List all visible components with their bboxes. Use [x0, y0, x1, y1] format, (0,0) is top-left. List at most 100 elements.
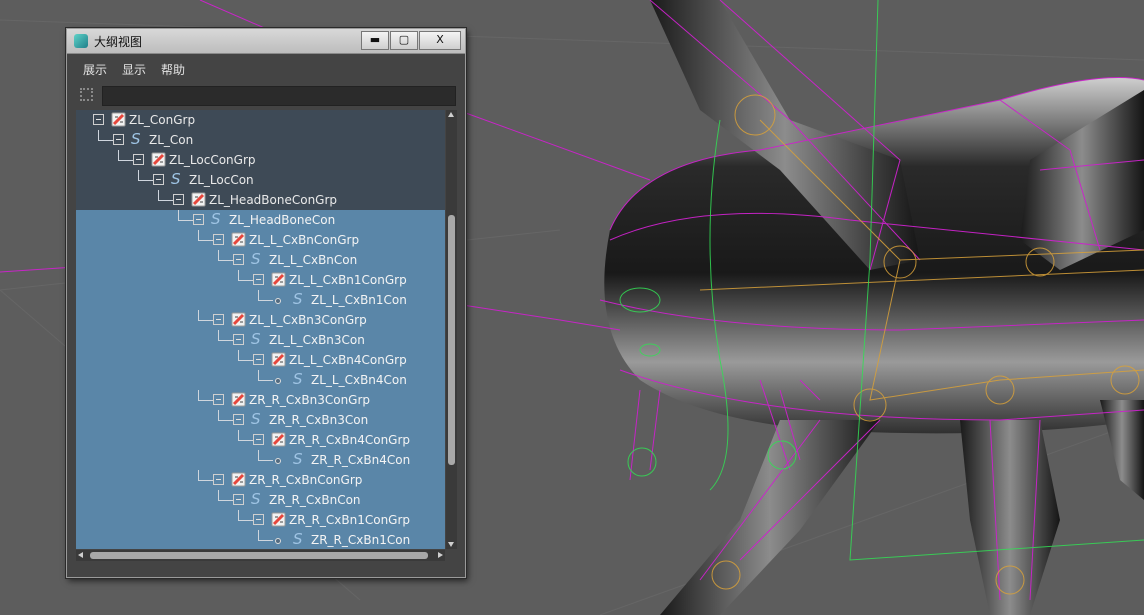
- tree-row[interactable]: S ZL_HeadBoneCon: [76, 210, 445, 230]
- group-node-icon: [231, 472, 246, 487]
- tree-node-label: ZL_ConGrp: [129, 113, 196, 127]
- tree-node-label: ZL_L_CxBn3ConGrp: [249, 313, 367, 327]
- collapse-icon[interactable]: [233, 494, 244, 505]
- tree-connector: [198, 480, 213, 481]
- tree-node-label: ZL_LocConGrp: [169, 153, 256, 167]
- scroll-left-arrow-icon[interactable]: [78, 552, 83, 558]
- scroll-down-arrow-icon[interactable]: [448, 542, 454, 547]
- horizontal-scroll-thumb[interactable]: [90, 552, 428, 559]
- tree-row[interactable]: ZL_LocConGrp: [76, 150, 445, 170]
- menu-help[interactable]: 帮助: [161, 61, 185, 78]
- tree-connector: [238, 440, 253, 441]
- tree-connector: [198, 310, 199, 320]
- tree-node-label: ZL_L_CxBnCon: [269, 253, 358, 267]
- tree-row[interactable]: ZL_L_CxBnConGrp: [76, 230, 445, 250]
- vertical-scrollbar[interactable]: [446, 110, 457, 549]
- tree-node-label: ZR_R_CxBnCon: [269, 493, 361, 507]
- tree-node-label: ZL_HeadBoneCon: [229, 213, 336, 227]
- tree-row[interactable]: S ZL_L_CxBn1Con: [76, 290, 445, 310]
- collapse-icon[interactable]: [213, 314, 224, 325]
- tree-connector: [118, 160, 133, 161]
- menu-display[interactable]: 展示: [83, 61, 107, 78]
- menu-show[interactable]: 显示: [122, 61, 146, 78]
- filter-icon[interactable]: [80, 88, 93, 101]
- tree-row[interactable]: ZR_R_CxBn1ConGrp: [76, 510, 445, 530]
- collapse-icon[interactable]: [193, 214, 204, 225]
- scroll-up-arrow-icon[interactable]: [448, 112, 454, 117]
- collapse-icon[interactable]: [133, 154, 144, 165]
- tree-connector: [198, 470, 199, 480]
- group-node-icon: [231, 232, 246, 247]
- collapse-icon[interactable]: [253, 274, 264, 285]
- title-bar[interactable]: 大纲视图 ▬ ▢ X: [67, 29, 465, 54]
- tree-node-label: ZL_L_CxBn4ConGrp: [289, 353, 407, 367]
- collapse-icon[interactable]: [253, 354, 264, 365]
- outliner-tree[interactable]: ZL_ConGrp S ZL_Con ZL_LocConGrp S ZL_LocCon ZL…: [76, 110, 445, 549]
- tree-row[interactable]: S ZL_Con: [76, 130, 445, 150]
- tree-connector: [198, 320, 213, 321]
- tree-row[interactable]: ZL_HeadBoneConGrp: [76, 190, 445, 210]
- tree-connector: [258, 450, 259, 460]
- tree-node-label: ZL_LocCon: [189, 173, 254, 187]
- tree-row[interactable]: S ZL_L_CxBn4Con: [76, 370, 445, 390]
- tree-row[interactable]: S ZR_R_CxBn4Con: [76, 450, 445, 470]
- collapse-icon[interactable]: [173, 194, 184, 205]
- tree-row[interactable]: ZL_L_CxBn3ConGrp: [76, 310, 445, 330]
- tree-connector: [198, 400, 213, 401]
- filter-input[interactable]: [102, 86, 456, 106]
- horizontal-scrollbar[interactable]: [76, 550, 445, 561]
- nurbs-curve-icon: S: [293, 450, 303, 468]
- nurbs-curve-icon: S: [211, 210, 221, 228]
- tree-node-label: ZR_R_CxBn4Con: [311, 453, 411, 467]
- tree-row[interactable]: ZL_L_CxBn1ConGrp: [76, 270, 445, 290]
- tree-row[interactable]: ZR_R_CxBn3ConGrp: [76, 390, 445, 410]
- window-title: 大纲视图: [94, 35, 143, 49]
- collapse-icon[interactable]: [113, 134, 124, 145]
- leaf-node-icon: [275, 458, 281, 464]
- collapse-icon[interactable]: [213, 394, 224, 405]
- leaf-node-icon: [275, 298, 281, 304]
- tree-connector: [238, 430, 239, 440]
- minimize-button[interactable]: ▬: [361, 31, 389, 50]
- tree-row[interactable]: ZL_ConGrp: [76, 110, 445, 130]
- tree-connector: [138, 180, 153, 181]
- tree-row[interactable]: S ZR_R_CxBnCon: [76, 490, 445, 510]
- collapse-icon[interactable]: [213, 474, 224, 485]
- group-node-icon: [271, 272, 286, 287]
- collapse-icon[interactable]: [253, 434, 264, 445]
- collapse-icon[interactable]: [93, 114, 104, 125]
- collapse-icon[interactable]: [153, 174, 164, 185]
- tree-connector: [218, 340, 233, 341]
- nurbs-curve-icon: S: [293, 370, 303, 388]
- scroll-right-arrow-icon[interactable]: [438, 552, 443, 558]
- tree-connector: [258, 540, 273, 541]
- tree-connector: [218, 420, 233, 421]
- close-button[interactable]: X: [419, 31, 461, 50]
- tree-row[interactable]: S ZL_L_CxBn3Con: [76, 330, 445, 350]
- tree-row[interactable]: S ZR_R_CxBn3Con: [76, 410, 445, 430]
- tree-node-label: ZR_R_CxBn1Con: [311, 533, 411, 547]
- tree-node-label: ZR_R_CxBn3Con: [269, 413, 369, 427]
- tree-row[interactable]: ZR_R_CxBn4ConGrp: [76, 430, 445, 450]
- maximize-button[interactable]: ▢: [390, 31, 418, 50]
- tree-connector: [258, 380, 273, 381]
- collapse-icon[interactable]: [233, 414, 244, 425]
- tree-connector: [218, 250, 219, 260]
- tree-row[interactable]: S ZL_L_CxBnCon: [76, 250, 445, 270]
- outliner-window[interactable]: 大纲视图 ▬ ▢ X 展示 显示 帮助 ZL_ConGrp S ZL_Con ZL_L…: [66, 28, 466, 578]
- collapse-icon[interactable]: [253, 514, 264, 525]
- tree-row[interactable]: S ZR_R_CxBn1Con: [76, 530, 445, 549]
- tree-connector: [258, 370, 259, 380]
- tree-row[interactable]: ZL_L_CxBn4ConGrp: [76, 350, 445, 370]
- tree-row[interactable]: ZR_R_CxBnConGrp: [76, 470, 445, 490]
- group-node-icon: [151, 152, 166, 167]
- tree-connector: [138, 170, 139, 180]
- collapse-icon[interactable]: [213, 234, 224, 245]
- tree-row[interactable]: S ZL_LocCon: [76, 170, 445, 190]
- nurbs-curve-icon: S: [293, 290, 303, 308]
- group-node-icon: [231, 312, 246, 327]
- tree-node-label: ZR_R_CxBn1ConGrp: [289, 513, 411, 527]
- collapse-icon[interactable]: [233, 334, 244, 345]
- vertical-scroll-thumb[interactable]: [448, 215, 455, 465]
- collapse-icon[interactable]: [233, 254, 244, 265]
